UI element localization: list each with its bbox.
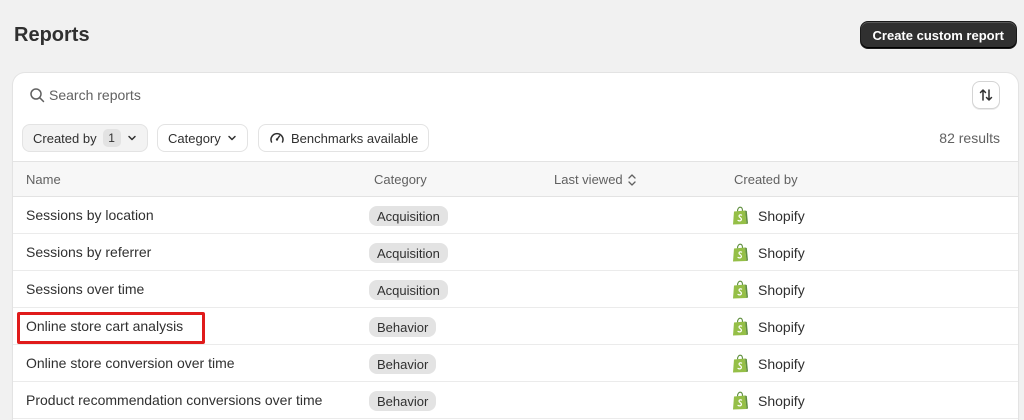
benchmarks-filter[interactable]: Benchmarks available [258,124,430,152]
table-row[interactable]: Online store conversion over time Behavi… [13,345,1018,382]
shopify-bag-icon [733,206,748,225]
results-count: 82 results [939,130,1000,146]
report-name[interactable]: Sessions over time [26,281,144,297]
shopify-bag-icon [733,317,748,336]
category-filter[interactable]: Category [157,124,248,152]
creator-name: Shopify [758,282,805,298]
chevron-down-icon [127,135,136,141]
table-header: Name Category Last viewed Created by [13,161,1018,197]
creator-cell: Shopify [731,280,805,300]
category-badge: Behavior [369,354,437,374]
category-badge: Acquisition [369,280,448,300]
gauge-icon [270,132,284,143]
creator-cell: Shopify [731,354,805,374]
creator-cell: Shopify [731,206,805,226]
column-header-category: Category [374,172,427,187]
created-by-filter-label: Created by [33,130,97,146]
search-row [13,73,1018,117]
column-header-last-viewed-label: Last viewed [554,172,623,187]
table-row[interactable]: Online store cart analysis Behavior Shop… [13,308,1018,345]
created-by-filter[interactable]: Created by 1 [22,124,148,152]
filter-row: Created by 1 Category Benchmarks availab… [13,123,1018,155]
report-name[interactable]: Online store cart analysis [26,318,183,334]
creator-name: Shopify [758,393,805,409]
creator-cell: Shopify [731,243,805,263]
shopify-bag-icon [733,354,748,373]
category-badge: Acquisition [369,206,448,226]
creator-name: Shopify [758,208,805,224]
table-row[interactable]: Sessions over time Acquisition Shopify [13,271,1018,308]
column-header-last-viewed[interactable]: Last viewed [554,172,637,187]
shopify-bag-icon [733,243,748,262]
table-row[interactable]: Sessions by referrer Acquisition Shopify [13,234,1018,271]
reports-card: Created by 1 Category Benchmarks availab… [13,73,1018,420]
creator-cell: Shopify [731,317,805,337]
report-name[interactable]: Sessions by location [26,207,154,223]
shopify-bag-icon [733,391,748,410]
table-row[interactable]: Sessions by location Acquisition Shopify [13,197,1018,234]
category-badge: Acquisition [369,243,448,263]
creator-name: Shopify [758,245,805,261]
category-badge: Behavior [369,391,437,411]
shopify-bag-icon [733,280,748,299]
column-header-created-by: Created by [734,172,798,187]
search-input[interactable] [49,83,929,107]
category-filter-label: Category [168,130,221,146]
report-name[interactable]: Sessions by referrer [26,244,151,260]
create-custom-report-button[interactable]: Create custom report [859,21,1017,49]
creator-cell: Shopify [731,391,805,411]
category-badge: Behavior [369,317,437,337]
column-header-name: Name [26,172,61,187]
sort-arrows-icon [628,173,636,186]
created-by-count-badge: 1 [102,129,121,147]
page-title: Reports [14,24,90,46]
table-row[interactable]: Product recommendation conversions over … [13,382,1018,419]
report-name[interactable]: Online store conversion over time [26,355,235,371]
creator-name: Shopify [758,356,805,372]
search-icon [30,88,45,103]
benchmarks-filter-label: Benchmarks available [291,130,419,146]
creator-name: Shopify [758,319,805,335]
chevron-down-icon [228,135,236,141]
sort-button[interactable] [972,81,1000,109]
report-name[interactable]: Product recommendation conversions over … [26,392,322,408]
sort-icon [979,89,993,101]
